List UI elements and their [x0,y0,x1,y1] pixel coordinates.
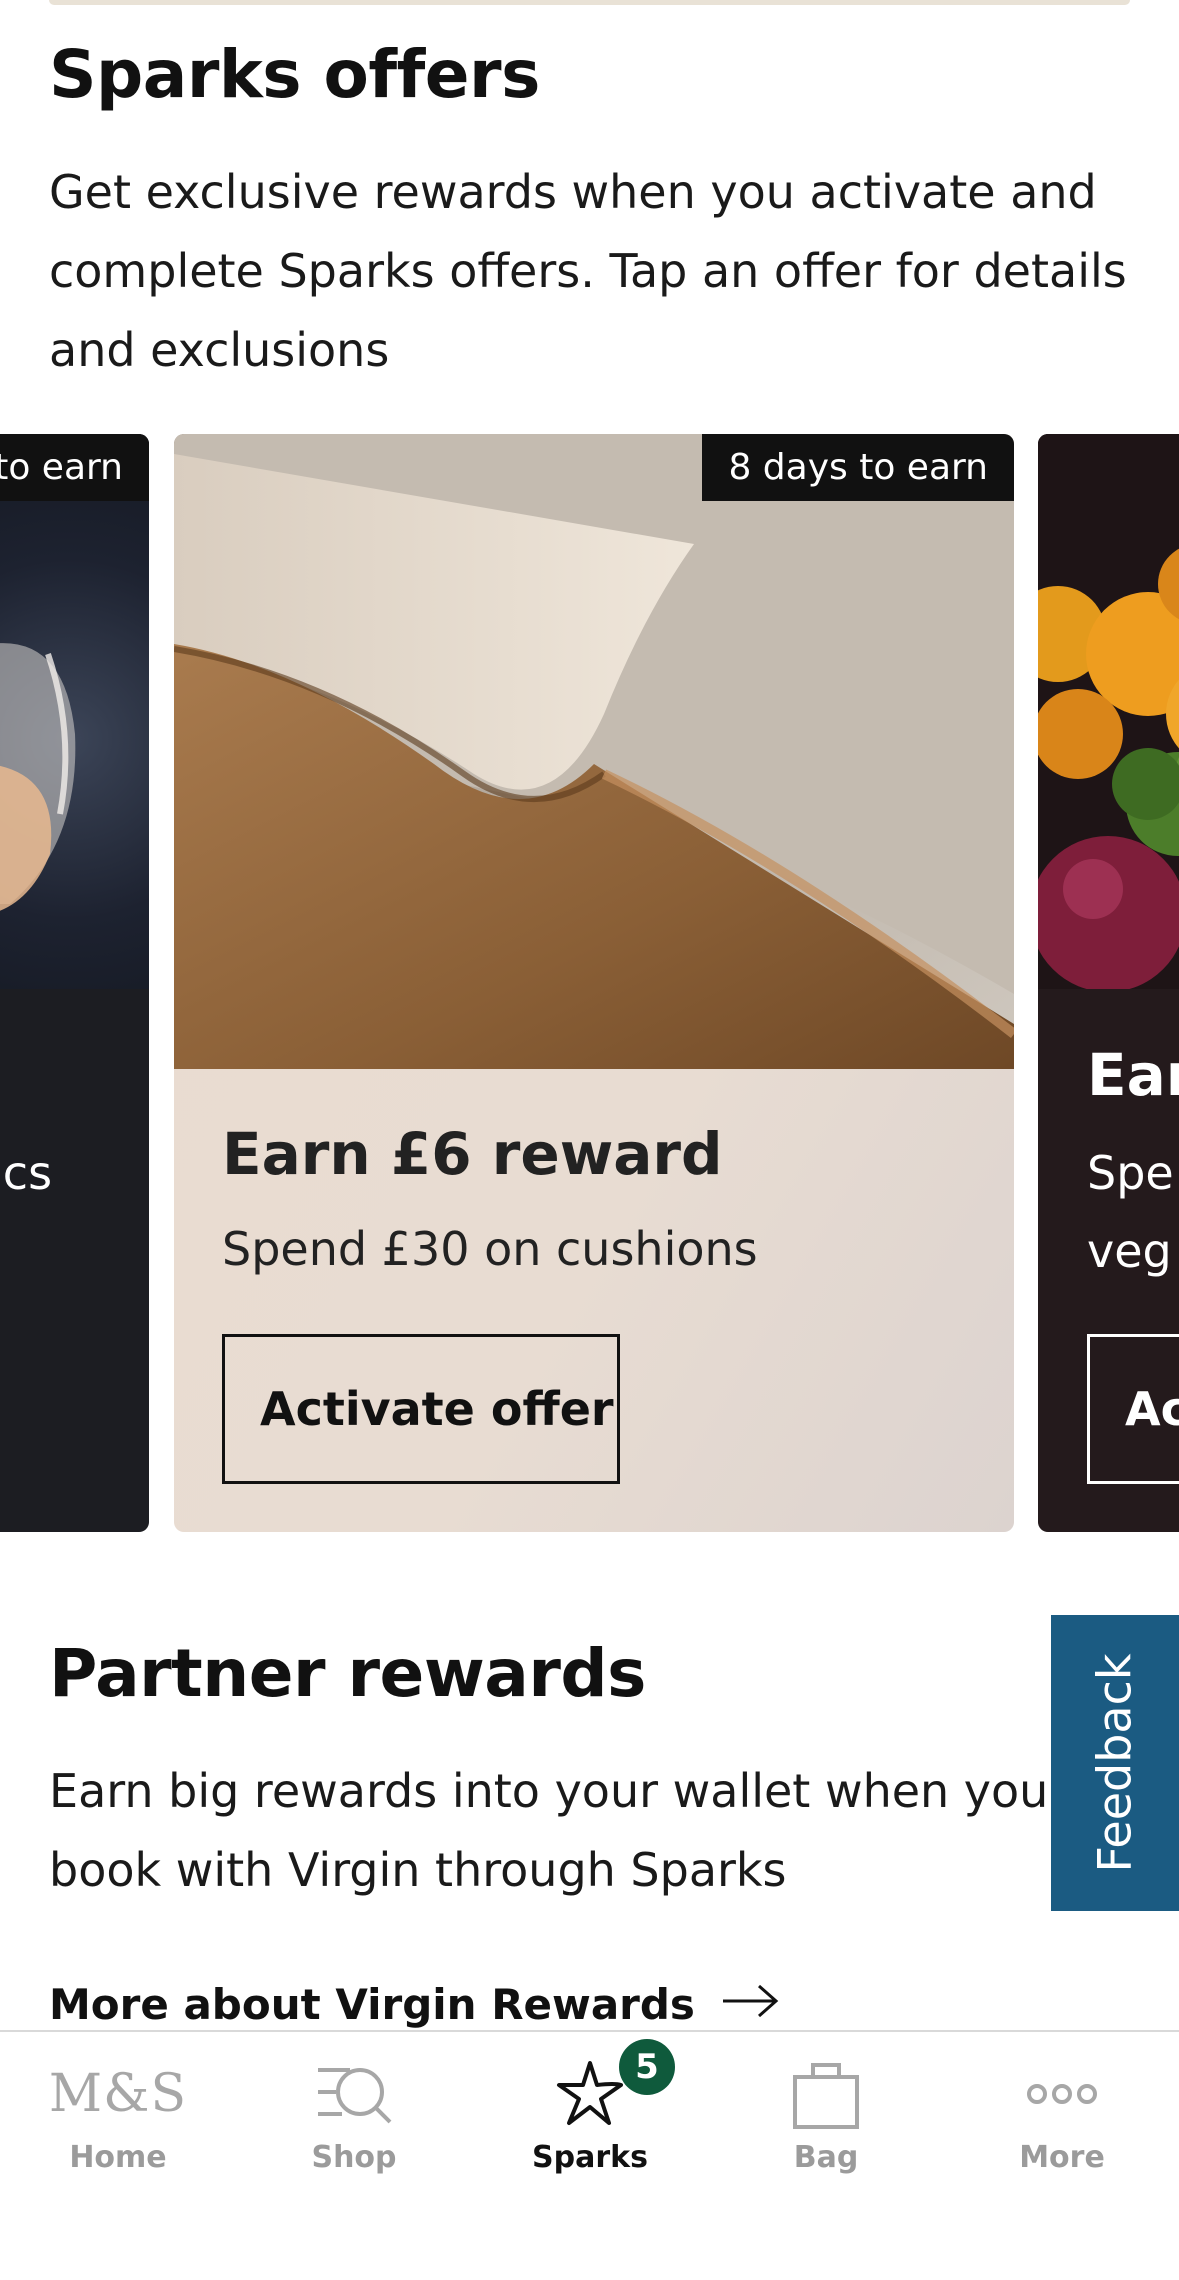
activate-offer-button[interactable]: Ac [1087,1334,1179,1484]
offer-subtitle: Spend £30 on cushions [222,1222,758,1276]
partner-rewards-title: Partner rewards [49,1635,646,1712]
offer-subtitle-line-1: Spe [1087,1146,1174,1200]
tab-more[interactable]: More [944,2032,1179,2280]
tab-home-label: Home [69,2140,167,2175]
ms-logo-text: M&S [48,2064,188,2124]
wine-glass-image [0,434,149,989]
feedback-label: Feedback [1088,1653,1142,1873]
vegetables-image [1038,434,1179,992]
sparks-offers-title: Sparks offers [49,36,540,113]
offer-subtitle: ics [0,1146,53,1200]
offer-subtitle: Spe veg [1087,1134,1174,1290]
previous-card-edge [49,0,1130,5]
tab-sparks-label: Sparks [532,2140,648,2175]
offer-title: Ear [1087,1041,1179,1109]
more-about-virgin-rewards-link[interactable]: More about Virgin Rewards [49,1980,781,2029]
offer-title: Earn £6 reward [222,1120,723,1188]
days-to-earn-badge: to earn [0,434,149,501]
offer-card-vegetables[interactable]: Ear Spe veg Ac [1038,434,1179,1532]
tab-sparks[interactable]: 5 Sparks [472,2032,708,2280]
activate-offer-button[interactable]: Activate offer [222,1334,620,1484]
sparks-offers-description: Get exclusive rewards when you activate … [49,165,1127,377]
partner-rewards-description-line-2: book with Virgin through Sparks [49,1843,787,1897]
tab-more-label: More [1019,2140,1105,2175]
ms-logo-icon: M&S [0,2054,236,2134]
offer-card-cushions[interactable]: 8 days to earn Earn £6 reward Spend £30 … [174,434,1014,1532]
days-to-earn-badge: 8 days to earn [702,434,1014,501]
feedback-button[interactable]: Feedback [1051,1615,1179,1911]
tab-shop-label: Shop [311,2140,397,2175]
sparks-count-badge: 5 [619,2039,675,2095]
partner-rewards-description: Earn big rewards into your wallet when y… [49,1752,1059,1910]
tab-bag[interactable]: Bag [708,2032,944,2280]
tab-home[interactable]: M&S Home [0,2032,236,2280]
more-about-virgin-rewards-label: More about Virgin Rewards [49,1980,695,2029]
bottom-tab-bar: M&S Home Shop 5 Sparks Bag More [0,2030,1179,2280]
offer-card-wine[interactable]: to earn ics [0,434,149,1532]
more-dots-icon [944,2054,1179,2134]
search-list-icon [236,2054,472,2134]
bag-icon [708,2054,944,2134]
offer-subtitle-line-2: veg [1087,1224,1172,1278]
cushion-image [174,434,1014,1069]
offers-carousel[interactable]: to earn ics [0,434,1179,1532]
tab-shop[interactable]: Shop [236,2032,472,2280]
arrow-right-icon [721,1980,781,2029]
tab-bag-label: Bag [793,2140,859,2175]
partner-rewards-description-line-1: Earn big rewards into your wallet when y… [49,1764,1049,1818]
